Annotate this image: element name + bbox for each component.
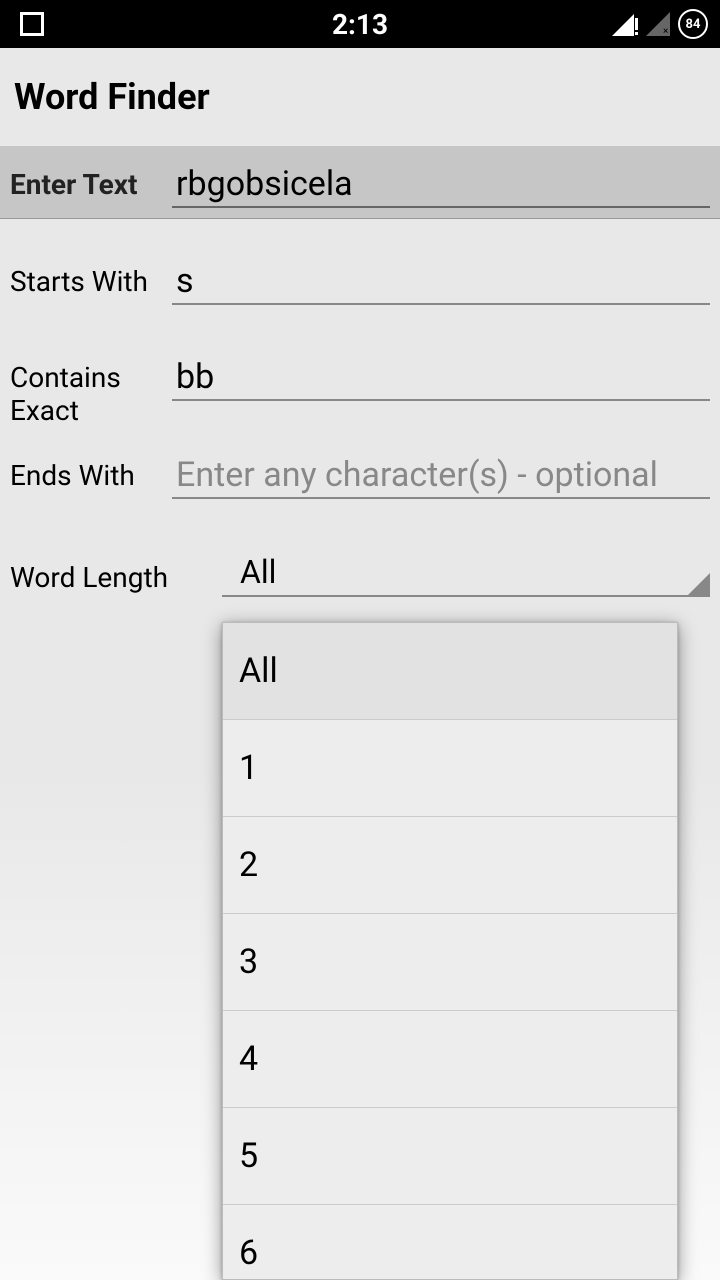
dropdown-item-2[interactable]: 2: [223, 817, 677, 914]
contains-exact-label-line1: Contains: [10, 349, 172, 394]
dropdown-item-3[interactable]: 3: [223, 914, 677, 1011]
dropdown-item-1[interactable]: 1: [223, 720, 677, 817]
starts-with-label: Starts With: [10, 253, 172, 298]
dropdown-item-6[interactable]: 6: [223, 1205, 677, 1279]
contains-exact-row: Contains Exact: [0, 339, 720, 437]
word-length-label: Word Length: [10, 549, 222, 594]
dropdown-item-5[interactable]: 5: [223, 1108, 677, 1205]
word-length-row: Word Length All: [0, 535, 720, 607]
contains-exact-label-line2: Exact: [10, 394, 172, 427]
dropdown-item-all[interactable]: All: [223, 623, 677, 720]
stop-icon: [20, 12, 44, 36]
signal-full-alert-icon: [612, 12, 638, 36]
ends-with-label: Ends With: [10, 447, 172, 492]
enter-text-label: Enter Text: [10, 156, 172, 201]
ends-with-row: Ends With: [0, 437, 720, 509]
word-length-dropdown: All 1 2 3 4 5 6: [222, 622, 678, 1280]
ends-with-input[interactable]: [172, 447, 710, 499]
chevron-down-icon: [688, 573, 710, 595]
status-left: [12, 12, 44, 36]
status-bar: 2:13 × 84: [0, 0, 720, 48]
enter-text-row: Enter Text: [0, 146, 720, 219]
enter-text-input[interactable]: [172, 156, 710, 208]
status-time: 2:13: [332, 8, 388, 41]
starts-with-input[interactable]: [172, 253, 710, 305]
dropdown-item-4[interactable]: 4: [223, 1011, 677, 1108]
status-right: × 84: [612, 9, 708, 39]
page-title: Word Finder: [14, 76, 706, 118]
app-header: Word Finder: [0, 48, 720, 146]
word-length-spinner[interactable]: All: [222, 545, 710, 597]
svg-text:×: ×: [663, 26, 668, 36]
contains-exact-input[interactable]: [172, 349, 710, 401]
battery-indicator-icon: 84: [678, 9, 708, 39]
starts-with-row: Starts With: [0, 243, 720, 315]
battery-value: 84: [686, 17, 701, 32]
signal-none-icon: ×: [646, 12, 670, 36]
word-length-selected: All: [240, 553, 276, 591]
